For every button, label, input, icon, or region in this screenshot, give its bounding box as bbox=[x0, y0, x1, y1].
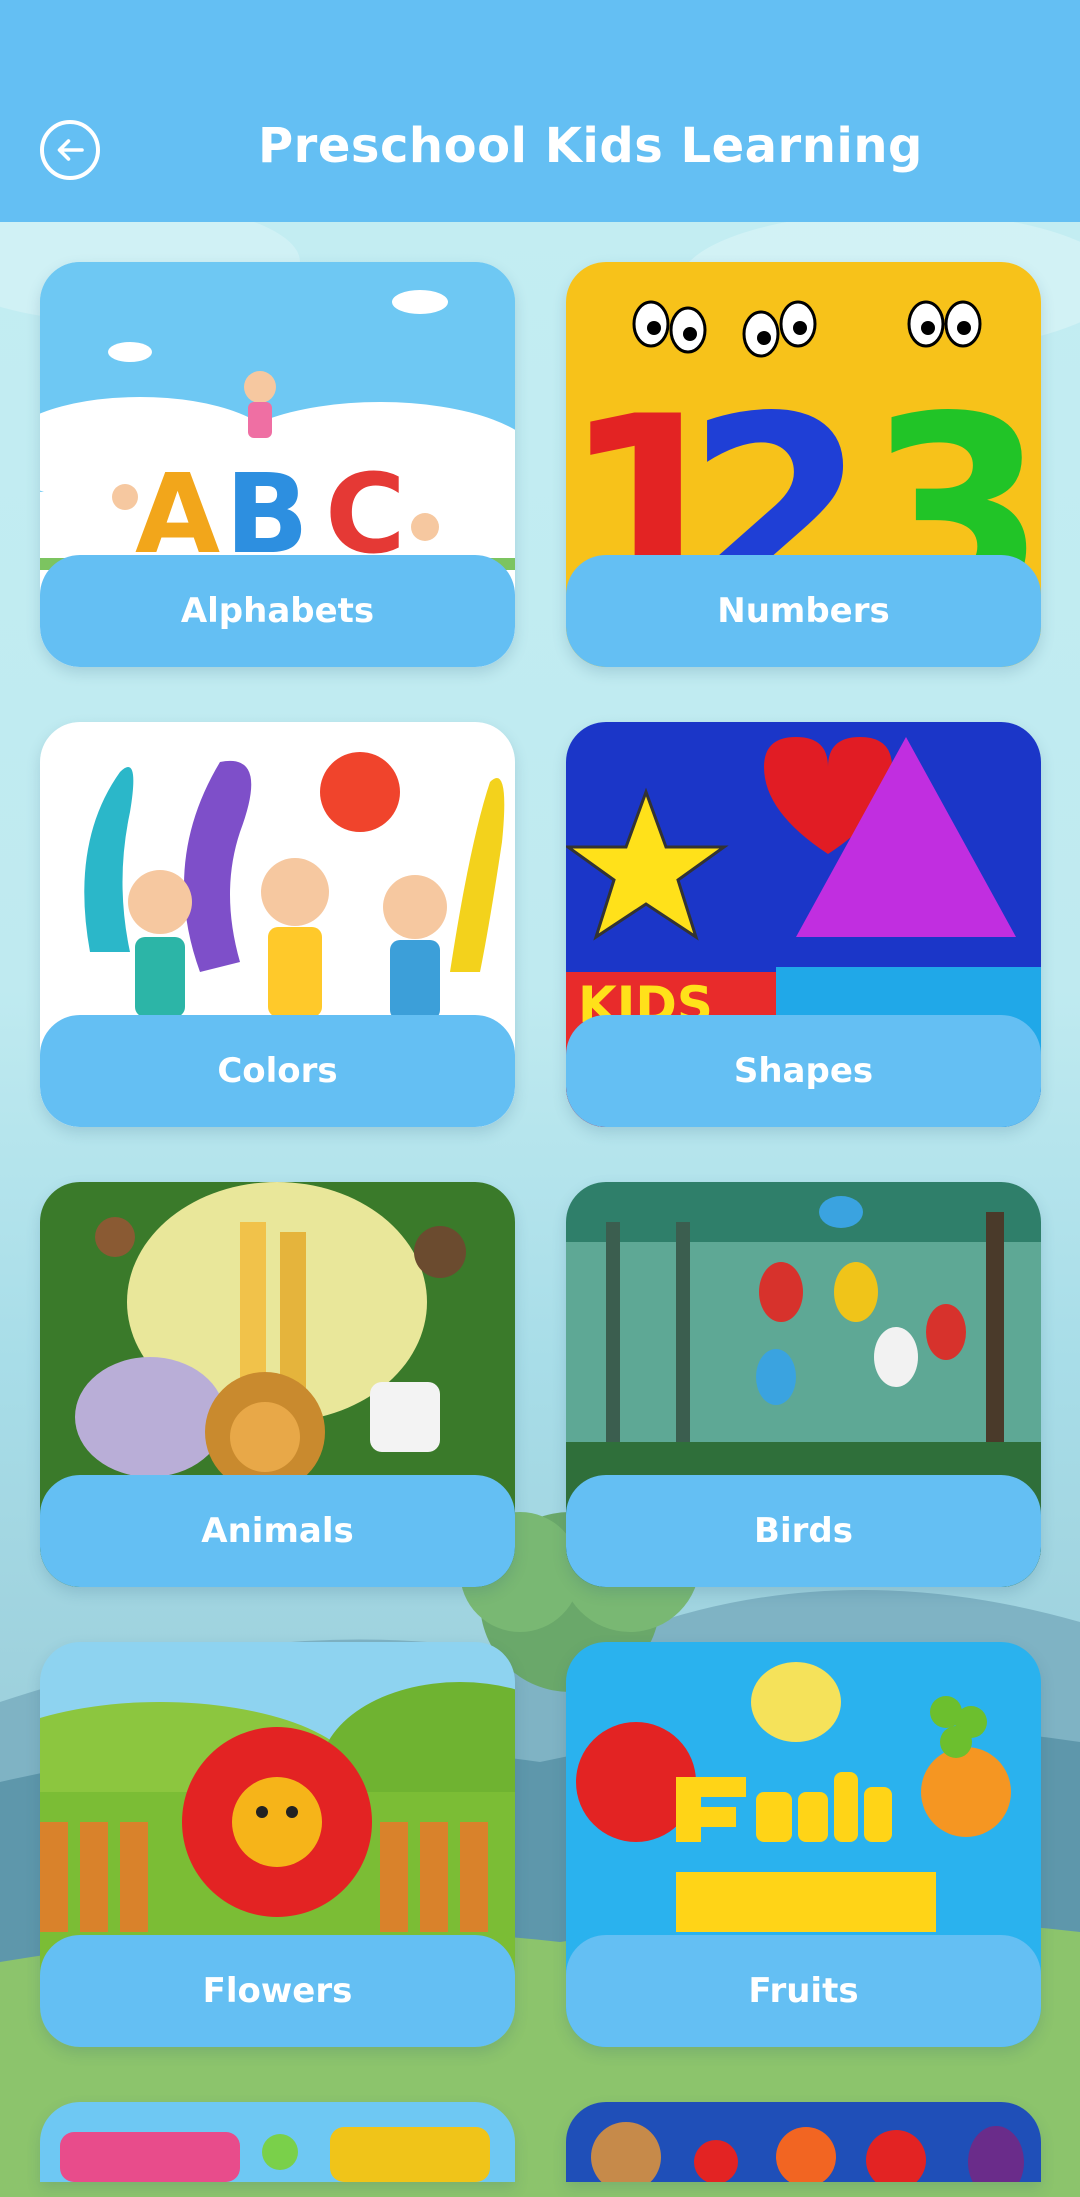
vegetables-thumbnail-image bbox=[566, 2102, 1041, 2182]
category-card-flowers[interactable]: Flowers bbox=[40, 1642, 515, 2047]
category-card-alphabets[interactable]: A B C Alphabets bbox=[40, 262, 515, 667]
category-card-numbers[interactable]: 1 2 3 Numbers bbox=[566, 262, 1041, 667]
category-label-pill: Birds bbox=[566, 1475, 1041, 1587]
category-label: Numbers bbox=[717, 591, 890, 631]
category-grid: A B C Alphabets 1 2 3 Numbers Colors KID… bbox=[0, 0, 1080, 2197]
category-label-pill: Animals bbox=[40, 1475, 515, 1587]
category-card-fruits[interactable]: Fruits bbox=[566, 1642, 1041, 2047]
category-label: Birds bbox=[754, 1511, 853, 1551]
category-label: Alphabets bbox=[180, 591, 375, 631]
category-label-pill: Alphabets bbox=[40, 555, 515, 667]
category-card-colors[interactable]: Colors bbox=[40, 722, 515, 1127]
category-card-vegetables[interactable] bbox=[566, 2102, 1041, 2182]
category-label: Colors bbox=[217, 1051, 338, 1091]
category-card-birds[interactable]: Birds bbox=[566, 1182, 1041, 1587]
category-label-pill: Colors bbox=[40, 1015, 515, 1127]
arrow-left-circle-icon bbox=[57, 139, 84, 161]
category-label-pill: Shapes bbox=[566, 1015, 1041, 1127]
app-bar: Preschool Kids Learning bbox=[0, 0, 1080, 222]
category-card-animals[interactable]: Animals bbox=[40, 1182, 515, 1587]
category-label: Flowers bbox=[202, 1971, 353, 2011]
category-label: Shapes bbox=[733, 1051, 874, 1091]
category-card-months[interactable] bbox=[40, 2102, 515, 2182]
page-title: Preschool Kids Learning bbox=[258, 118, 923, 174]
category-label-pill: Flowers bbox=[40, 1935, 515, 2047]
category-label: Fruits bbox=[748, 1971, 859, 2011]
back-button[interactable] bbox=[40, 120, 100, 180]
months-thumbnail-image bbox=[40, 2102, 515, 2182]
category-card-shapes[interactable]: KIDS Shapes bbox=[566, 722, 1041, 1127]
category-label: Animals bbox=[201, 1511, 354, 1551]
category-label-pill: Numbers bbox=[566, 555, 1041, 667]
category-label-pill: Fruits bbox=[566, 1935, 1041, 2047]
